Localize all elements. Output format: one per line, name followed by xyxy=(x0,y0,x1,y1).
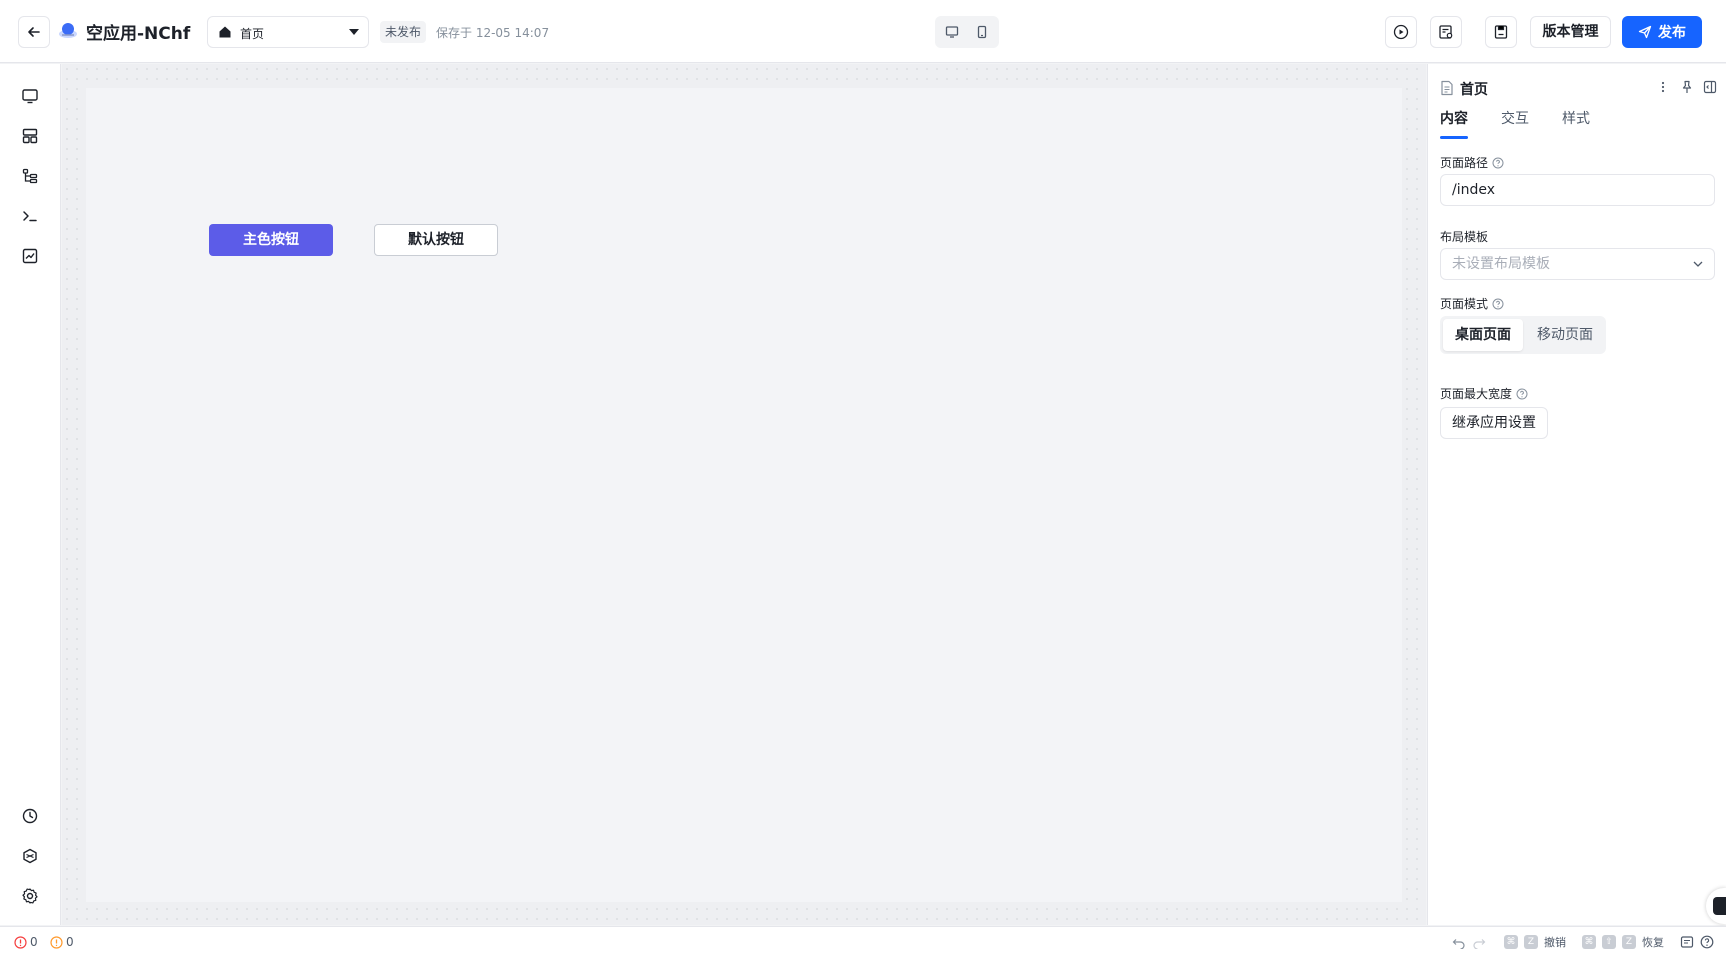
page-mode-switch: 桌面页面 移动页面 xyxy=(1440,316,1606,354)
app-title: 空应用-NChf xyxy=(86,24,191,44)
page-select[interactable]: 首页 xyxy=(207,16,369,48)
publish-button[interactable]: 发布 xyxy=(1622,16,1702,48)
undo-icon[interactable] xyxy=(1452,935,1466,949)
status-bar: 0 0 ⌘ Z 撤销 ⌘ ⇧ Z 恢复 xyxy=(0,926,1726,958)
sidebar-collapse-icon xyxy=(1703,80,1717,94)
assistant-icon xyxy=(1713,897,1726,915)
properties-panel: 首页 内容 交互 样式 页面路径 /index 布局模板 未设置布局模板 页面模… xyxy=(1427,64,1726,925)
redo-icon[interactable] xyxy=(1472,935,1486,949)
page-mode-mobile[interactable]: 移动页面 xyxy=(1526,319,1604,351)
back-button[interactable] xyxy=(18,16,50,48)
top-bar: 空应用-NChf 首页 未发布 保存于 12-05 14:07 版本管理 发布 xyxy=(0,0,1726,63)
save-icon xyxy=(1494,25,1508,39)
help-circle-icon[interactable] xyxy=(1492,298,1504,310)
more-button[interactable] xyxy=(1654,78,1672,96)
rail-data-button[interactable] xyxy=(18,244,42,268)
warning-count: 0 xyxy=(66,935,74,949)
error-counter[interactable]: 0 xyxy=(14,935,38,949)
warning-counter[interactable]: 0 xyxy=(50,935,74,949)
rail-plugins-button[interactable] xyxy=(18,844,42,868)
more-vertical-icon xyxy=(1661,81,1665,93)
device-switch xyxy=(935,16,999,48)
help-icon[interactable] xyxy=(1700,935,1714,949)
tab-style[interactable]: 样式 xyxy=(1562,108,1590,128)
layout-template-select[interactable]: 未设置布局模板 xyxy=(1440,248,1715,280)
mobile-icon xyxy=(977,25,987,39)
pin-button[interactable] xyxy=(1678,78,1696,96)
save-button[interactable] xyxy=(1485,16,1517,48)
tab-content[interactable]: 内容 xyxy=(1440,108,1468,128)
publish-label: 发布 xyxy=(1658,25,1686,41)
help-circle-icon[interactable] xyxy=(1492,157,1504,169)
feedback-icon[interactable] xyxy=(1680,935,1694,949)
pin-icon xyxy=(1682,80,1692,93)
arrow-left-icon xyxy=(28,27,40,37)
canvas-page[interactable]: 主色按钮 默认按钮 xyxy=(86,88,1402,902)
left-rail xyxy=(0,64,61,925)
version-management-button[interactable]: 版本管理 xyxy=(1530,16,1611,48)
desktop-icon xyxy=(945,26,959,38)
preview-icon xyxy=(1439,25,1453,39)
save-time: 保存于 12-05 14:07 xyxy=(436,26,550,40)
chevron-down-icon xyxy=(1693,261,1703,267)
chart-icon xyxy=(22,248,38,264)
monitor-icon xyxy=(22,89,38,104)
layout-template-placeholder: 未设置布局模板 xyxy=(1452,256,1550,272)
rail-components-button[interactable] xyxy=(18,124,42,148)
page-mode-desktop[interactable]: 桌面页面 xyxy=(1443,319,1523,351)
canvas-area[interactable]: 主色按钮 默认按钮 xyxy=(62,64,1426,925)
page-mode-label: 页面模式 xyxy=(1440,295,1504,312)
panel-title: 首页 xyxy=(1460,82,1488,98)
rail-settings-button[interactable] xyxy=(18,884,42,908)
page-path-label-text: 页面路径 xyxy=(1440,156,1489,170)
undo-label[interactable]: 撤销 xyxy=(1544,934,1566,950)
layout-template-label-text: 布局模板 xyxy=(1440,230,1489,244)
desktop-mode-button[interactable] xyxy=(938,19,966,45)
rail-code-button[interactable] xyxy=(18,204,42,228)
layout-template-label: 布局模板 xyxy=(1440,228,1488,245)
publish-status-badge: 未发布 xyxy=(380,21,427,43)
page-mode-label-text: 页面模式 xyxy=(1440,297,1489,311)
tree-icon xyxy=(22,168,38,184)
inherit-app-settings-button[interactable]: 继承应用设置 xyxy=(1440,407,1548,439)
kbd-cmd: ⌘ xyxy=(1504,935,1518,949)
max-width-label: 页面最大宽度 xyxy=(1440,385,1528,402)
layout-icon xyxy=(22,128,38,144)
settings-icon xyxy=(22,888,38,904)
tab-interaction[interactable]: 交互 xyxy=(1501,108,1529,128)
warning-icon xyxy=(50,935,63,949)
send-icon xyxy=(1638,25,1652,39)
document-icon xyxy=(1441,80,1453,96)
redo-label[interactable]: 恢复 xyxy=(1642,934,1664,950)
active-tab-indicator xyxy=(1440,136,1468,139)
primary-button[interactable]: 主色按钮 xyxy=(209,224,333,256)
kbd-z: Z xyxy=(1622,935,1636,949)
rail-pages-button[interactable] xyxy=(18,84,42,108)
page-preview-button[interactable] xyxy=(1430,16,1462,48)
page-path-input[interactable]: /index xyxy=(1440,174,1715,206)
kbd-shift: ⇧ xyxy=(1602,935,1616,949)
error-count: 0 xyxy=(30,935,38,949)
caret-down-icon xyxy=(349,29,359,35)
terminal-icon xyxy=(23,211,37,222)
mobile-mode-button[interactable] xyxy=(968,19,996,45)
default-button[interactable]: 默认按钮 xyxy=(374,224,498,256)
help-circle-icon[interactable] xyxy=(1516,388,1528,400)
home-icon xyxy=(219,26,231,38)
plugin-icon xyxy=(23,848,37,864)
rail-history-button[interactable] xyxy=(18,804,42,828)
app-logo-icon xyxy=(59,23,77,38)
run-preview-button[interactable] xyxy=(1385,16,1417,48)
page-select-value: 首页 xyxy=(240,27,265,41)
kbd-cmd: ⌘ xyxy=(1582,935,1596,949)
max-width-label-text: 页面最大宽度 xyxy=(1440,387,1513,401)
error-icon xyxy=(14,935,27,949)
kbd-z: Z xyxy=(1524,935,1538,949)
collapse-panel-button[interactable] xyxy=(1701,78,1719,96)
play-icon xyxy=(1393,24,1409,40)
history-icon xyxy=(22,808,38,824)
rail-outline-button[interactable] xyxy=(18,164,42,188)
status-bar-actions: ⌘ Z 撤销 ⌘ ⇧ Z 恢复 xyxy=(1452,934,1714,950)
page-path-label: 页面路径 xyxy=(1440,154,1504,171)
